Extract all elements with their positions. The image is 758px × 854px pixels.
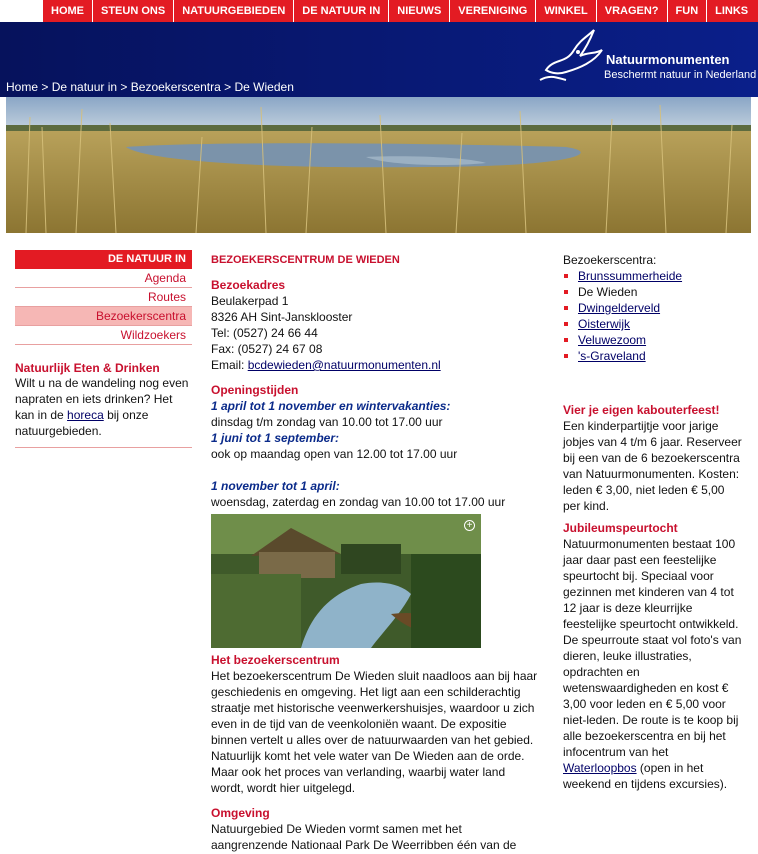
center-list-item: Dwingelderveld xyxy=(563,300,743,316)
center-list-item: Veluwezoom xyxy=(563,332,743,348)
email-link[interactable]: bcdewieden@natuurmonumenten.nl xyxy=(248,358,441,372)
visitor-center-photo[interactable]: + xyxy=(211,514,481,648)
address-line: Beulakerpad 1 xyxy=(211,294,289,308)
center-list-item: 's-Graveland xyxy=(563,348,743,364)
main-content: BEZOEKERSCENTRUM DE WIEDEN Bezoekadres B… xyxy=(211,252,541,853)
nav-item-home[interactable]: HOME xyxy=(43,0,93,22)
center-link-de-wieden: De Wieden xyxy=(578,285,638,299)
address-line: 8326 AH Sint-Jansklooster xyxy=(211,310,353,324)
party-text: Een kinderpartijtje voor jarige jobjes v… xyxy=(563,419,742,513)
breadcrumb-separator: > xyxy=(220,80,235,94)
party-title: Vier je eigen kabouterfeest! xyxy=(563,403,720,417)
email-line: Email: bcdewieden@natuurmonumenten.nl xyxy=(211,357,541,373)
logo-slogan: Beschermt natuur in Nederland xyxy=(604,69,757,81)
center-link-oisterwijk[interactable]: Oisterwijk xyxy=(578,317,630,331)
nav-item-natuurgebieden[interactable]: NATUURGEBIEDEN xyxy=(174,0,295,22)
centers-list-title: Bezoekerscentra: xyxy=(563,253,657,267)
menu-item-routes[interactable]: Routes xyxy=(15,288,192,307)
right-sidebar: Bezoekerscentra: Brunssummerheide De Wied… xyxy=(563,252,743,792)
menu-heading: DE NATUUR IN xyxy=(15,250,192,269)
menu-item-wildzoekers[interactable]: Wildzoekers xyxy=(15,326,192,345)
hours-title: Openingstijden xyxy=(211,383,299,397)
section-menu: Agenda Routes Bezoekerscentra Wildzoekers xyxy=(15,269,192,345)
hero-landscape-image xyxy=(6,97,751,233)
jubilee-text-start: Natuurmonumenten bestaat 100 jaar daar p… xyxy=(563,537,742,759)
hours-text: dinsdag t/m zondag van 10.00 tot 17.00 u… xyxy=(211,415,443,429)
nav-item-fun[interactable]: FUN xyxy=(668,0,708,22)
center-text: Het bezoekerscentrum De Wieden sluit naa… xyxy=(211,669,538,795)
address-title: Bezoekadres xyxy=(211,278,286,292)
center-link-dwingelderveld[interactable]: Dwingelderveld xyxy=(578,301,660,315)
fax-line: Fax: (0527) 24 67 08 xyxy=(211,342,323,356)
zoom-icon[interactable]: + xyxy=(464,520,475,531)
period-label: 1 november tot 1 april: xyxy=(211,479,340,493)
center-link-brunssummerheide[interactable]: Brunssummerheide xyxy=(578,269,682,283)
hours-text: ook op maandag open van 12.00 tot 17.00 … xyxy=(211,447,458,461)
logo-brand: Natuurmonumenten xyxy=(606,52,730,67)
waterloopbos-link[interactable]: Waterloopbos xyxy=(563,761,637,775)
breadcrumb: Home > De natuur in > Bezoekerscentra > … xyxy=(6,80,294,94)
breadcrumb-separator: > xyxy=(117,80,131,94)
phone-line: Tel: (0527) 24 66 44 xyxy=(211,326,318,340)
center-link-s-graveland[interactable]: 's-Graveland xyxy=(578,349,646,363)
hours-text: woensdag, zaterdag en zondag van 10.00 t… xyxy=(211,495,506,509)
nav-item-de-natuur-in[interactable]: DE NATUUR IN xyxy=(294,0,390,22)
env-text: Natuurgebied De Wieden vormt samen met h… xyxy=(211,822,517,852)
horeca-link[interactable]: horeca xyxy=(67,408,104,422)
nav-item-links[interactable]: LINKS xyxy=(707,0,756,22)
breadcrumb-separator: > xyxy=(38,80,52,94)
left-sidebar: DE NATUUR IN Agenda Routes Bezoekerscentra… xyxy=(15,250,192,448)
eten-drinken-title: Natuurlijk Eten & Drinken xyxy=(15,361,160,375)
breadcrumb-item: De Wieden xyxy=(234,80,294,94)
page-title: BEZOEKERSCENTRUM DE WIEDEN xyxy=(211,254,400,266)
period-label: 1 juni tot 1 september: xyxy=(211,431,340,445)
top-navigation: HOME STEUN ONS NATUURGEBIEDEN DE NATUUR IN N… xyxy=(0,0,758,22)
center-list-item: Brunssummerheide xyxy=(563,268,743,284)
period-label: 1 april tot 1 november en wintervakantie… xyxy=(211,399,451,413)
breadcrumb-item[interactable]: De natuur in xyxy=(52,80,117,94)
natuurmonumenten-logo[interactable]: Natuurmonumenten Beschermt natuur in Ned… xyxy=(536,26,758,90)
nav-item-vereniging[interactable]: VERENIGING xyxy=(450,0,537,22)
nav-item-vragen[interactable]: VRAGEN? xyxy=(597,0,668,22)
nav-item-nieuws[interactable]: NIEUWS xyxy=(389,0,451,22)
eten-drinken-text: Wilt u na de wandeling nog even napraten… xyxy=(15,375,192,439)
center-title: Het bezoekerscentrum xyxy=(211,653,340,667)
sidebar-divider xyxy=(15,447,192,448)
nav-item-winkel[interactable]: WINKEL xyxy=(536,0,597,22)
breadcrumb-item[interactable]: Home xyxy=(6,80,38,94)
nav-item-steun-ons[interactable]: STEUN ONS xyxy=(93,0,175,22)
top-nav-bar: HOME STEUN ONS NATUURGEBIEDEN DE NATUUR IN N… xyxy=(43,0,758,22)
menu-item-bezoekerscentra[interactable]: Bezoekerscentra xyxy=(15,307,192,326)
header-banner: Natuurmonumenten Beschermt natuur in Ned… xyxy=(0,22,758,97)
jubilee-text: Natuurmonumenten bestaat 100 jaar daar p… xyxy=(563,536,743,792)
email-label: Email: xyxy=(211,358,248,372)
env-title: Omgeving xyxy=(211,806,270,820)
menu-item-agenda[interactable]: Agenda xyxy=(15,269,192,288)
centers-list: Brunssummerheide De Wieden Dwingelderveld O… xyxy=(563,268,743,364)
bird-logo-icon xyxy=(539,29,603,81)
center-link-veluwezoom[interactable]: Veluwezoom xyxy=(578,333,646,347)
center-list-item: Oisterwijk xyxy=(563,316,743,332)
jubilee-title: Jubileumspeurtocht xyxy=(563,521,678,535)
center-list-item: De Wieden xyxy=(563,284,743,300)
breadcrumb-item[interactable]: Bezoekerscentra xyxy=(131,80,221,94)
